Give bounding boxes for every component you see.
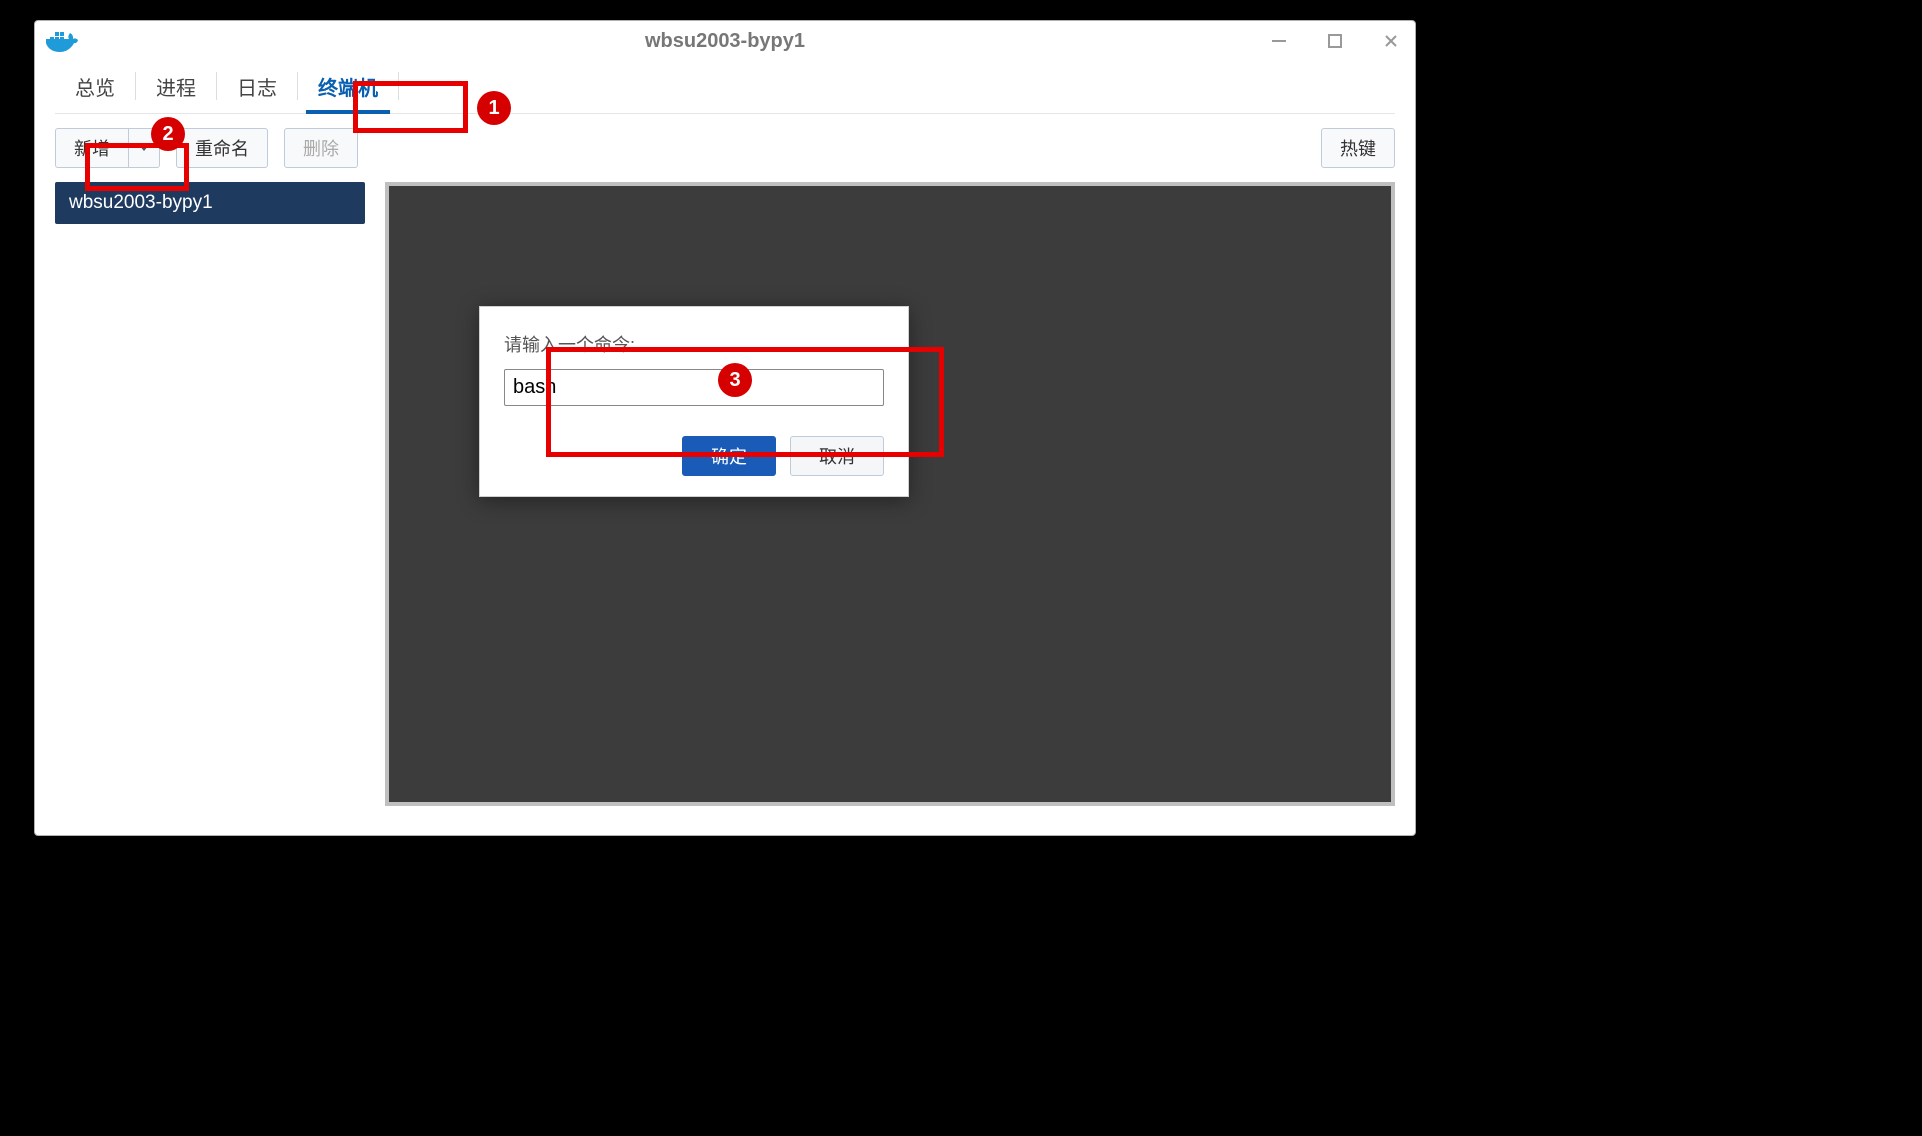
tab-process[interactable]: 进程 <box>136 62 216 113</box>
app-window: wbsu2003-bypy1 总览 进程 日志 终端机 新增 <box>34 20 1416 836</box>
window-title: wbsu2003-bypy1 <box>645 30 805 52</box>
toolbar: 新增 重命名 删除 热键 <box>35 114 1415 182</box>
tab-overview[interactable]: 总览 <box>55 62 135 113</box>
hotkeys-button[interactable]: 热键 <box>1321 128 1395 168</box>
cancel-button[interactable]: 取消 <box>790 436 884 476</box>
tab-separator <box>398 72 399 100</box>
body: wbsu2003-bypy1 请输入一个命令: 确定 取消 <box>35 182 1415 826</box>
ok-button[interactable]: 确定 <box>682 436 776 476</box>
titlebar: wbsu2003-bypy1 <box>35 21 1415 61</box>
add-button[interactable]: 新增 <box>55 128 128 168</box>
terminal-pane[interactable]: 请输入一个命令: 确定 取消 <box>385 182 1395 806</box>
add-dropdown-button[interactable] <box>128 128 160 168</box>
add-split-button: 新增 <box>55 128 160 168</box>
minimize-button[interactable] <box>1267 29 1291 53</box>
dialog-label: 请输入一个命令: <box>504 331 884 357</box>
tab-bar: 总览 进程 日志 终端机 <box>35 59 1415 113</box>
dialog-button-row: 确定 取消 <box>504 436 884 476</box>
rename-button[interactable]: 重命名 <box>176 128 268 168</box>
docker-whale-icon <box>43 23 79 59</box>
maximize-button[interactable] <box>1323 29 1347 53</box>
terminal-sidebar: wbsu2003-bypy1 <box>55 182 365 806</box>
window-controls <box>1267 29 1403 53</box>
delete-button[interactable]: 删除 <box>284 128 358 168</box>
close-button[interactable] <box>1379 29 1403 53</box>
chevron-down-icon <box>139 145 149 151</box>
terminal-session-item[interactable]: wbsu2003-bypy1 <box>55 182 365 224</box>
command-input[interactable] <box>504 369 884 406</box>
tab-terminal[interactable]: 终端机 <box>298 62 398 113</box>
tab-logs[interactable]: 日志 <box>217 62 297 113</box>
command-dialog: 请输入一个命令: 确定 取消 <box>479 306 909 497</box>
